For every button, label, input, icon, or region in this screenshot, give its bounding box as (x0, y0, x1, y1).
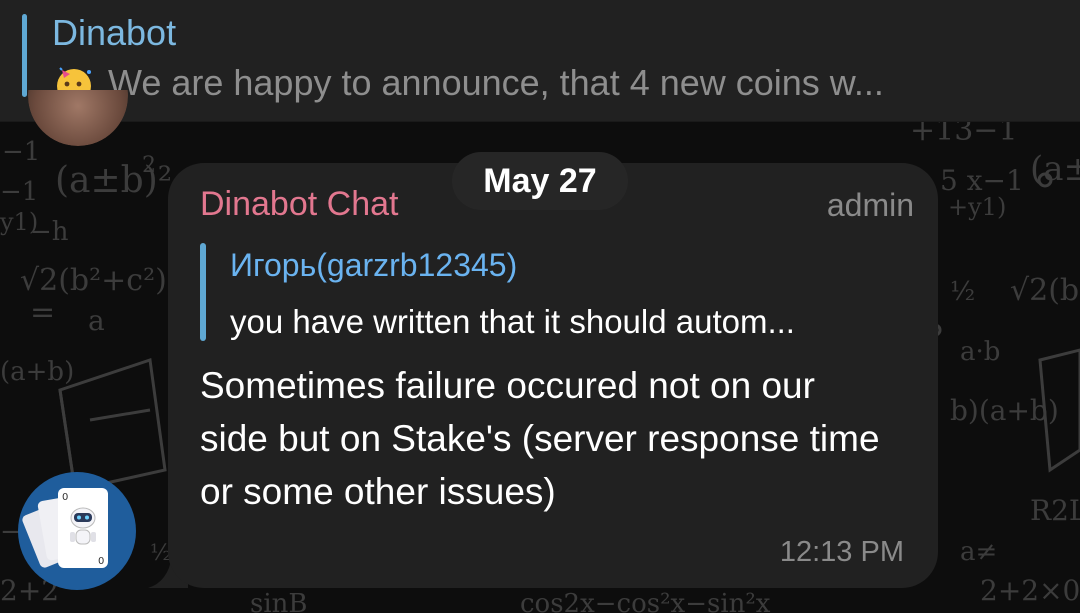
pinned-title: Dinabot (52, 12, 177, 53)
svg-text:√2(b²+c²: √2(b²+c² (1010, 273, 1080, 308)
user-avatar[interactable] (28, 90, 128, 146)
svg-text:b)(a+b): b)(a+b) (950, 394, 1059, 427)
pinned-message-bar[interactable]: Dinabot We are happy to announce, that 4… (0, 0, 1080, 122)
svg-text:=: = (30, 295, 55, 330)
svg-text:(a±: (a± (1030, 149, 1080, 189)
message-bubble[interactable]: Dinabot Chat admin Игорь(garzrb12345) yo… (168, 163, 938, 588)
bot-avatar[interactable]: 0 0 (18, 472, 136, 590)
svg-text:0: 0 (98, 556, 104, 567)
admin-badge: admin (826, 187, 914, 223)
svg-text:a≠: a≠ (960, 537, 997, 567)
svg-text:(a±b)²: (a±b)² (55, 160, 172, 201)
sender-name[interactable]: Dinabot Chat (200, 185, 398, 224)
pinned-preview-text: We are happy to announce, that 4 new coi… (108, 62, 884, 103)
reply-preview-text: you have written that it should autom... (230, 303, 795, 340)
pinned-indicator-bar (22, 14, 27, 97)
svg-text:sinB: sinB (250, 589, 308, 613)
reply-indicator-bar (200, 243, 206, 341)
svg-text:5 x−1: 5 x−1 (940, 164, 1024, 197)
svg-text:cos2x−cos²x−sin²x: cos2x−cos²x−sin²x (520, 589, 771, 613)
svg-text:2+2×0=: 2+2×0= (980, 574, 1080, 607)
message-text: Sometimes failure occured not on our sid… (200, 365, 880, 512)
robot-cards-icon: 0 0 (22, 488, 108, 568)
message-timestamp: 12:13 PM (779, 536, 904, 568)
svg-text:a·b: a·b (960, 337, 1000, 367)
svg-text:+y1): +y1) (948, 193, 1006, 221)
svg-text:a: a (88, 304, 105, 337)
reply-author: Игорь(garzrb12345) (230, 247, 518, 283)
svg-text:y1): y1) (0, 208, 38, 236)
svg-text:0: 0 (62, 492, 68, 503)
svg-text:R2L: R2L (1030, 494, 1080, 527)
svg-text:½: ½ (950, 277, 975, 307)
svg-text:−h: −h (30, 217, 69, 247)
svg-text:−1: −1 (0, 177, 38, 207)
date-separator: May 27 (452, 152, 628, 210)
svg-text:2: 2 (142, 153, 156, 178)
svg-text:−1: −1 (2, 137, 40, 167)
svg-text:(a+b): (a+b) (0, 357, 74, 387)
